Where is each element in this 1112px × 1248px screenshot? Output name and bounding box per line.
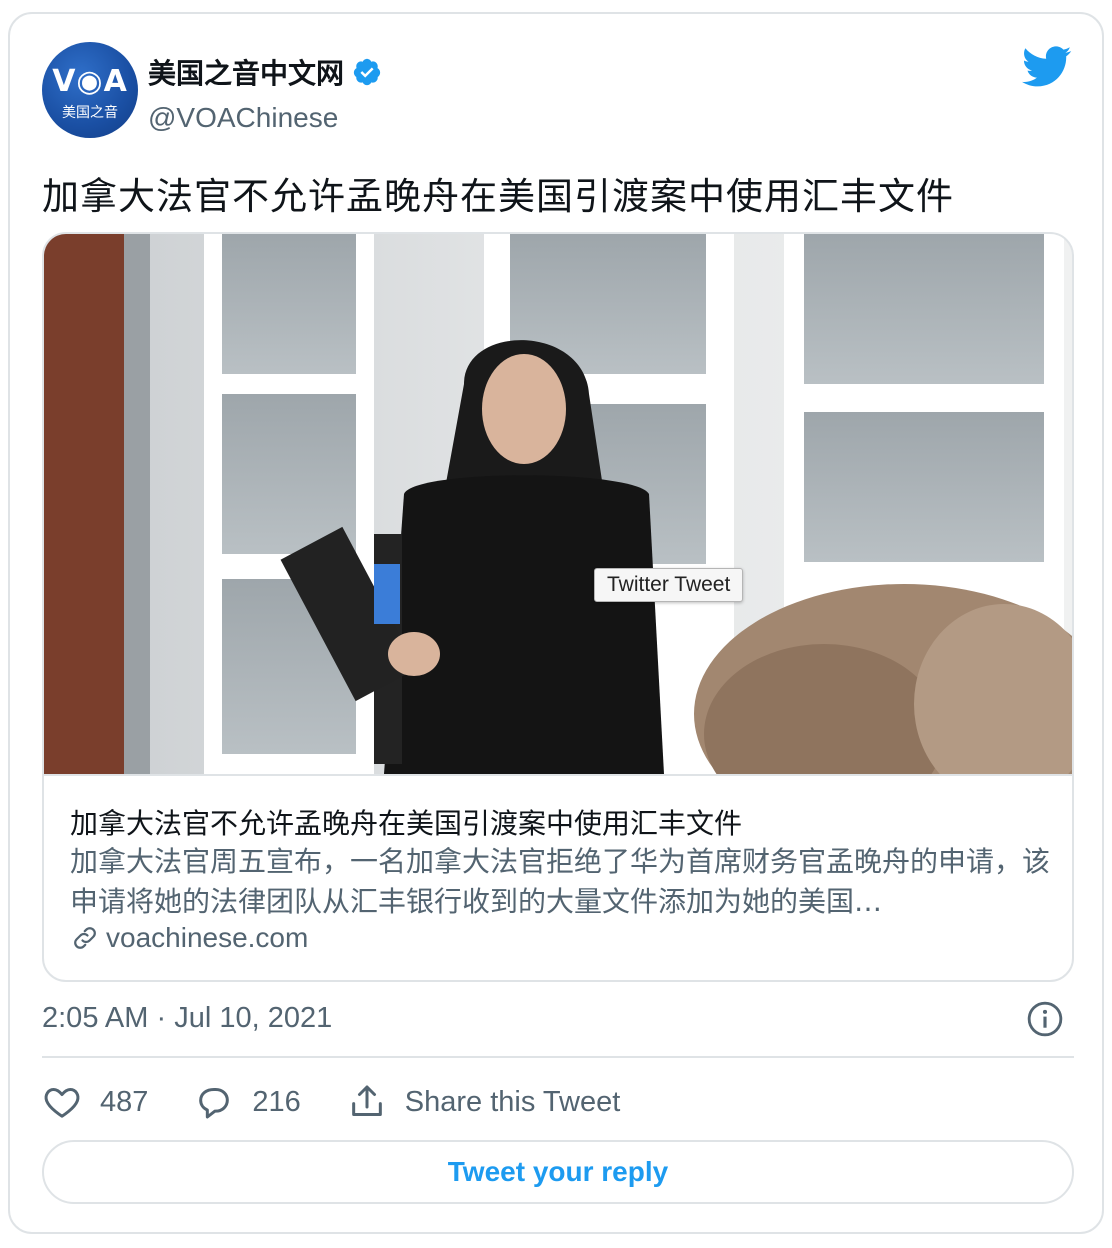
actions-divider [42, 1056, 1074, 1058]
tweet-time[interactable]: 2:05 AM [42, 1002, 148, 1034]
tweet-card: V◉A 美国之音 美国之音中文网 @VOAChinese 加拿大法官不允许孟晚舟… [8, 12, 1104, 1234]
link-card-domain-row[interactable]: voachinese.com [70, 922, 308, 954]
like-count: 487 [100, 1085, 149, 1118]
author-handle[interactable]: @VOAChinese [148, 102, 338, 134]
action-bar: 487 216 Share this Tweet [42, 1080, 666, 1124]
share-label: Share this Tweet [404, 1085, 621, 1118]
timestamp-separator: · [156, 1002, 167, 1034]
tooltip: Twitter Tweet [594, 568, 744, 602]
link-preview-image[interactable] [44, 234, 1072, 774]
like-button[interactable]: 487 [42, 1082, 148, 1122]
tweet-your-reply-button[interactable]: Tweet your reply [42, 1140, 1074, 1204]
author-name-row[interactable]: 美国之音中文网 [148, 52, 382, 92]
twitter-bird-icon[interactable] [1022, 46, 1072, 88]
card-divider [44, 774, 1072, 776]
reply-count-button[interactable]: 216 [194, 1082, 301, 1122]
voa-logo-text: V◉A [52, 64, 128, 99]
verified-badge-icon [353, 58, 381, 86]
display-name[interactable]: 美国之音中文网 [148, 52, 344, 92]
preview-photo [44, 234, 1072, 774]
link-preview-card[interactable]: 加拿大法官不允许孟晚舟在美国引渡案中使用汇丰文件 加拿大法官周五宣布，一名加拿大… [42, 232, 1074, 982]
link-card-title[interactable]: 加拿大法官不允许孟晚舟在美国引渡案中使用汇丰文件 [70, 802, 742, 842]
comment-icon [199, 1088, 230, 1119]
info-icon[interactable] [1026, 1000, 1064, 1038]
link-card-domain: voachinese.com [106, 922, 309, 953]
voa-logo-subtext: 美国之音 [62, 105, 118, 121]
heart-icon [44, 1088, 80, 1118]
reply-count: 216 [252, 1085, 301, 1118]
link-icon [74, 927, 96, 949]
share-icon [351, 1085, 382, 1116]
tweet-text: 加拿大法官不允许孟晚舟在美国引渡案中使用汇丰文件 [42, 175, 954, 218]
share-button[interactable]: Share this Tweet [347, 1082, 620, 1122]
timestamp[interactable]: 2:05 AM · Jul 10, 2021 [42, 1002, 332, 1035]
link-card-description: 加拿大法官周五宣布，一名加拿大法官拒绝了华为首席财务官孟晚舟的申请，该申请将她的… [70, 845, 1050, 918]
avatar[interactable]: V◉A 美国之音 [42, 42, 138, 138]
tweet-date[interactable]: Jul 10, 2021 [174, 1002, 332, 1034]
